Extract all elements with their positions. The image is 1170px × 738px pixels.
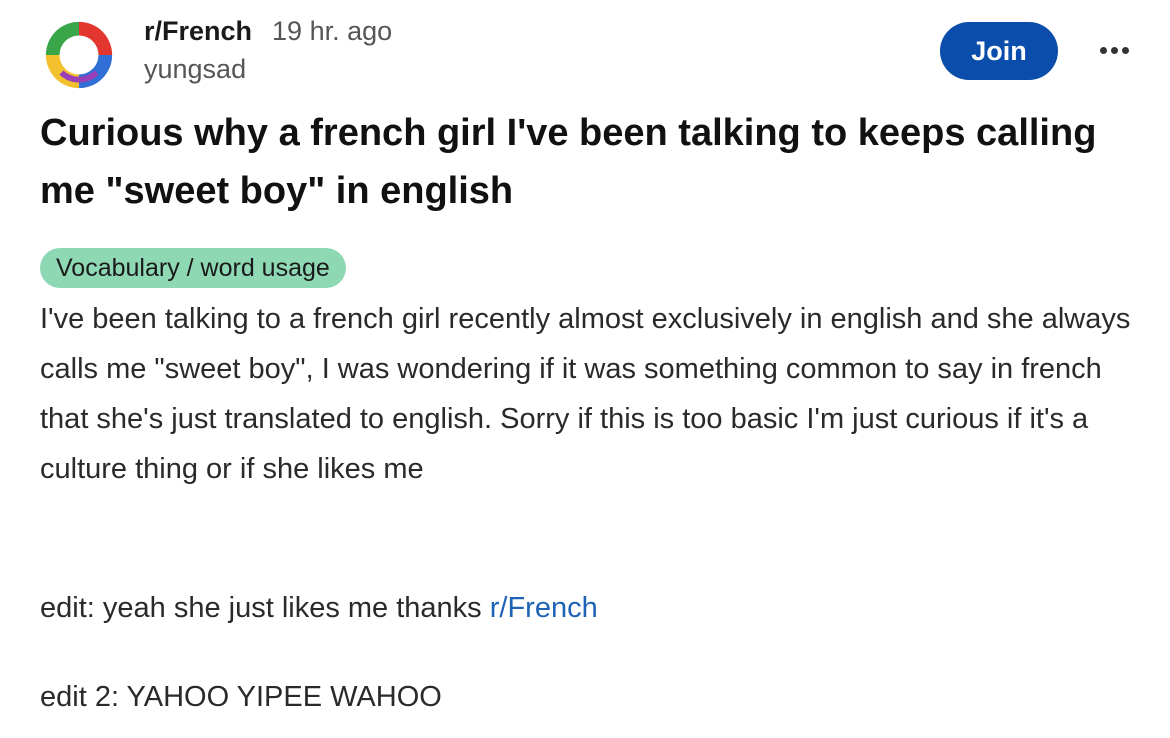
subreddit-link[interactable]: r/French: [490, 592, 598, 624]
post-edit-1: edit: yeah she just likes me thanks r/Fr…: [40, 583, 598, 633]
edit-1-text: edit: yeah she just likes me thanks: [40, 592, 490, 624]
post-flair[interactable]: Vocabulary / word usage: [40, 248, 346, 288]
more-options-icon[interactable]: [1092, 40, 1136, 60]
post-title[interactable]: Curious why a french girl I've been talk…: [40, 104, 1130, 220]
post-time: 19 hr. ago: [272, 16, 393, 46]
post-body: I've been talking to a french girl recen…: [40, 294, 1150, 494]
subreddit-name[interactable]: r/French: [144, 16, 252, 47]
author-username[interactable]: yungsad: [144, 54, 392, 85]
post-edit-2: edit 2: YAHOO YIPEE WAHOO: [40, 681, 442, 713]
post-meta: r/French 19 hr. ago yungsad: [144, 16, 392, 85]
join-button[interactable]: Join: [940, 22, 1058, 80]
post-header: r/French 19 hr. ago yungsad Join: [40, 10, 1150, 91]
post-body-text: I've been talking to a french girl recen…: [40, 303, 1131, 485]
subreddit-logo-icon[interactable]: [40, 16, 118, 94]
